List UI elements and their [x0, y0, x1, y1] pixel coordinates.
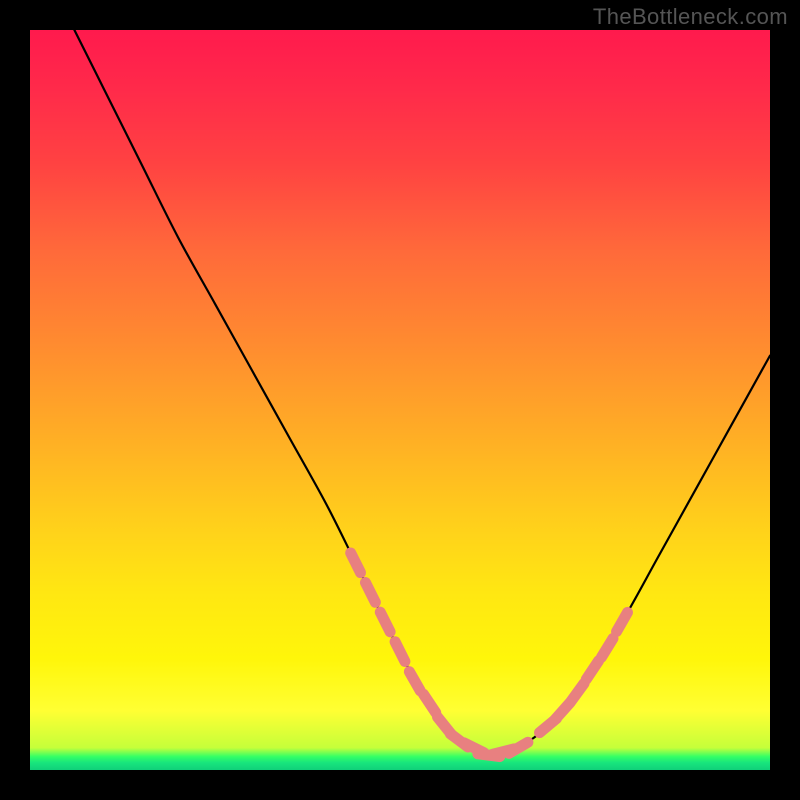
curve-marker [380, 612, 390, 632]
marker-group [351, 553, 628, 757]
curve-svg [30, 30, 770, 770]
chart-frame: TheBottleneck.com [0, 0, 800, 800]
plot-area [30, 30, 770, 770]
curve-marker [571, 683, 584, 701]
watermark-text: TheBottleneck.com [593, 4, 788, 30]
curve-marker [395, 642, 405, 662]
bottleneck-curve [74, 30, 770, 755]
curve-marker [601, 639, 613, 658]
curve-marker [586, 661, 598, 679]
curve-marker [424, 694, 436, 712]
curve-marker [365, 583, 375, 603]
curve-marker [409, 672, 420, 691]
curve-marker [617, 612, 628, 631]
curve-marker [351, 553, 361, 573]
